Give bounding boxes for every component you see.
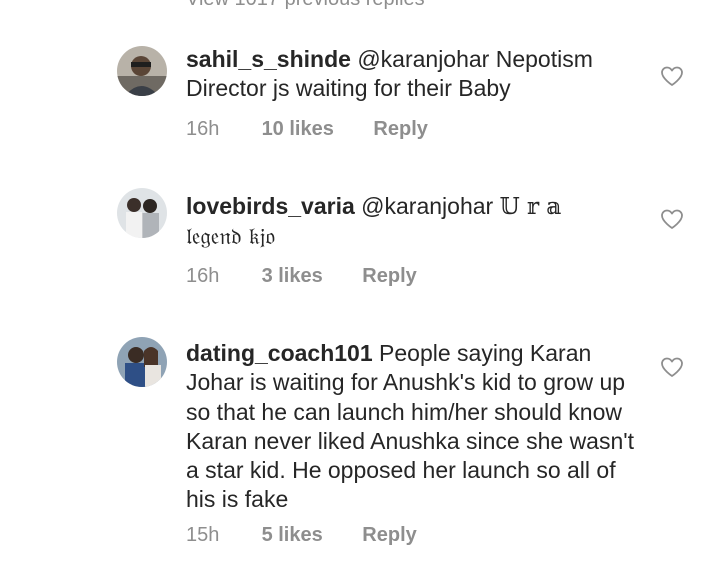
comment-meta: 16h 10 likes Reply <box>186 118 428 141</box>
mention-link[interactable]: @karanjohar <box>361 193 493 219</box>
avatar-photo-icon <box>117 46 167 96</box>
comment-text: lovebirds_varia @karanjohar 𝕌 𝕣 𝕒 𝔩𝔢𝔤𝔢𝔫𝔡… <box>186 192 636 253</box>
comment-timestamp: 15h <box>186 524 220 546</box>
view-previous-replies-link[interactable]: View 1017 previous replies <box>186 0 425 11</box>
comment-text-segment: 𝕌 𝕣 𝕒 <box>499 194 562 220</box>
comment-text-segment: 𝔩𝔢𝔤𝔢𝔫𝔡 𝔨𝔧𝔬 <box>186 224 276 251</box>
comment-timestamp: 16h <box>186 265 220 287</box>
reply-button[interactable]: Reply <box>373 118 427 141</box>
comment-meta: 16h 3 likes Reply <box>186 265 417 288</box>
avatar[interactable] <box>117 46 167 96</box>
comment-text: dating_coach101 People saying Karan Joha… <box>186 339 636 515</box>
comment-meta: 15h 5 likes Reply <box>186 524 417 547</box>
reply-button[interactable]: Reply <box>362 265 416 288</box>
avatar[interactable] <box>117 337 167 387</box>
comment-username[interactable]: lovebirds_varia <box>186 193 355 219</box>
avatar-photo-icon <box>117 337 167 387</box>
comment-username[interactable]: sahil_s_shinde <box>186 46 351 72</box>
heart-icon[interactable] <box>660 208 684 230</box>
avatar-photo-icon <box>117 188 167 238</box>
comment-username[interactable]: dating_coach101 <box>186 340 373 366</box>
comment-likes-count[interactable]: 5 likes <box>262 524 323 547</box>
avatar[interactable] <box>117 188 167 238</box>
comment-text: sahil_s_shinde @karanjohar Nepotism Dire… <box>186 45 636 104</box>
comment-text-segment: Nepotism <box>495 46 593 72</box>
comment-likes-count[interactable]: 10 likes <box>262 118 334 141</box>
comment-likes-count[interactable]: 3 likes <box>262 265 323 288</box>
heart-icon[interactable] <box>660 356 684 378</box>
mention-link[interactable]: @karanjohar <box>357 46 489 72</box>
comment-text-segment: Director js waiting for their Baby <box>186 75 511 102</box>
heart-icon[interactable] <box>660 65 684 87</box>
comment-timestamp: 16h <box>186 118 220 140</box>
reply-button[interactable]: Reply <box>362 524 416 547</box>
